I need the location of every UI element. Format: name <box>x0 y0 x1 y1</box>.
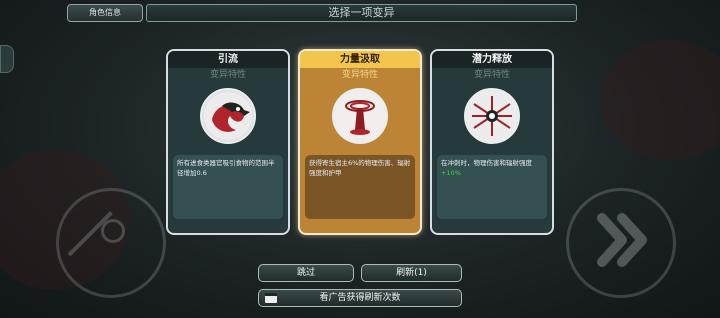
card-description: 所有进食类器官吸引食物的范围半径增加0.6 <box>173 155 283 219</box>
burst-icon <box>464 88 520 144</box>
card-description: 在冲刺时，物理伤害和辐射强度 +10% <box>437 155 547 219</box>
crow-hook-icon <box>200 88 256 144</box>
card-title: 引流 <box>168 51 288 68</box>
dash-button[interactable] <box>566 188 676 298</box>
background-shadow-right <box>600 40 720 160</box>
card-description-text: 获得寄生宿主6%的物理伤害、辐射强度和护甲 <box>309 159 411 177</box>
character-info-button[interactable]: 角色信息 <box>67 4 143 22</box>
mutation-card-3[interactable]: 潜力释放 变异特性 在冲刺时，物理伤害和辐射强度 +10% <box>430 49 554 235</box>
card-trait-label: 变异特性 <box>473 70 510 80</box>
mutation-card-1[interactable]: 引流 变异特性 所有进食类器官吸引食物的范围半径增加0.6 <box>166 49 290 235</box>
dash-arrow-icon <box>597 213 647 267</box>
movement-joystick[interactable] <box>56 188 166 298</box>
card-description-text: 在冲刺时，物理伤害和辐射强度 <box>441 159 532 167</box>
refresh-button[interactable]: 刷新(1) <box>361 264 462 282</box>
card-trait-label: 变异特性 <box>209 70 246 80</box>
card-title: 力量汲取 <box>300 51 420 68</box>
joystick-knob <box>101 219 125 243</box>
skip-button[interactable]: 跳过 <box>258 264 354 282</box>
mutation-card-2[interactable]: 力量汲取 变异特性 获得寄生宿主6%的物理伤害、辐射强度和护甲 <box>298 49 422 235</box>
side-menu-tab[interactable] <box>0 45 14 73</box>
blood-drain-icon <box>332 88 388 144</box>
card-description: 获得寄生宿主6%的物理伤害、辐射强度和护甲 <box>305 155 415 219</box>
watch-ad-refresh-button[interactable]: 看广告获得刷新次数 <box>258 289 462 307</box>
card-bonus-value: +10% <box>441 169 461 177</box>
card-trait-label: 变异特性 <box>341 70 378 80</box>
page-title: 选择一项变异 <box>146 4 577 22</box>
card-title: 潜力释放 <box>432 51 552 68</box>
card-description-text: 所有进食类器官吸引食物的范围半径增加0.6 <box>177 159 275 177</box>
watch-ad-label: 看广告获得刷新次数 <box>319 293 401 303</box>
video-ad-icon <box>265 293 277 303</box>
